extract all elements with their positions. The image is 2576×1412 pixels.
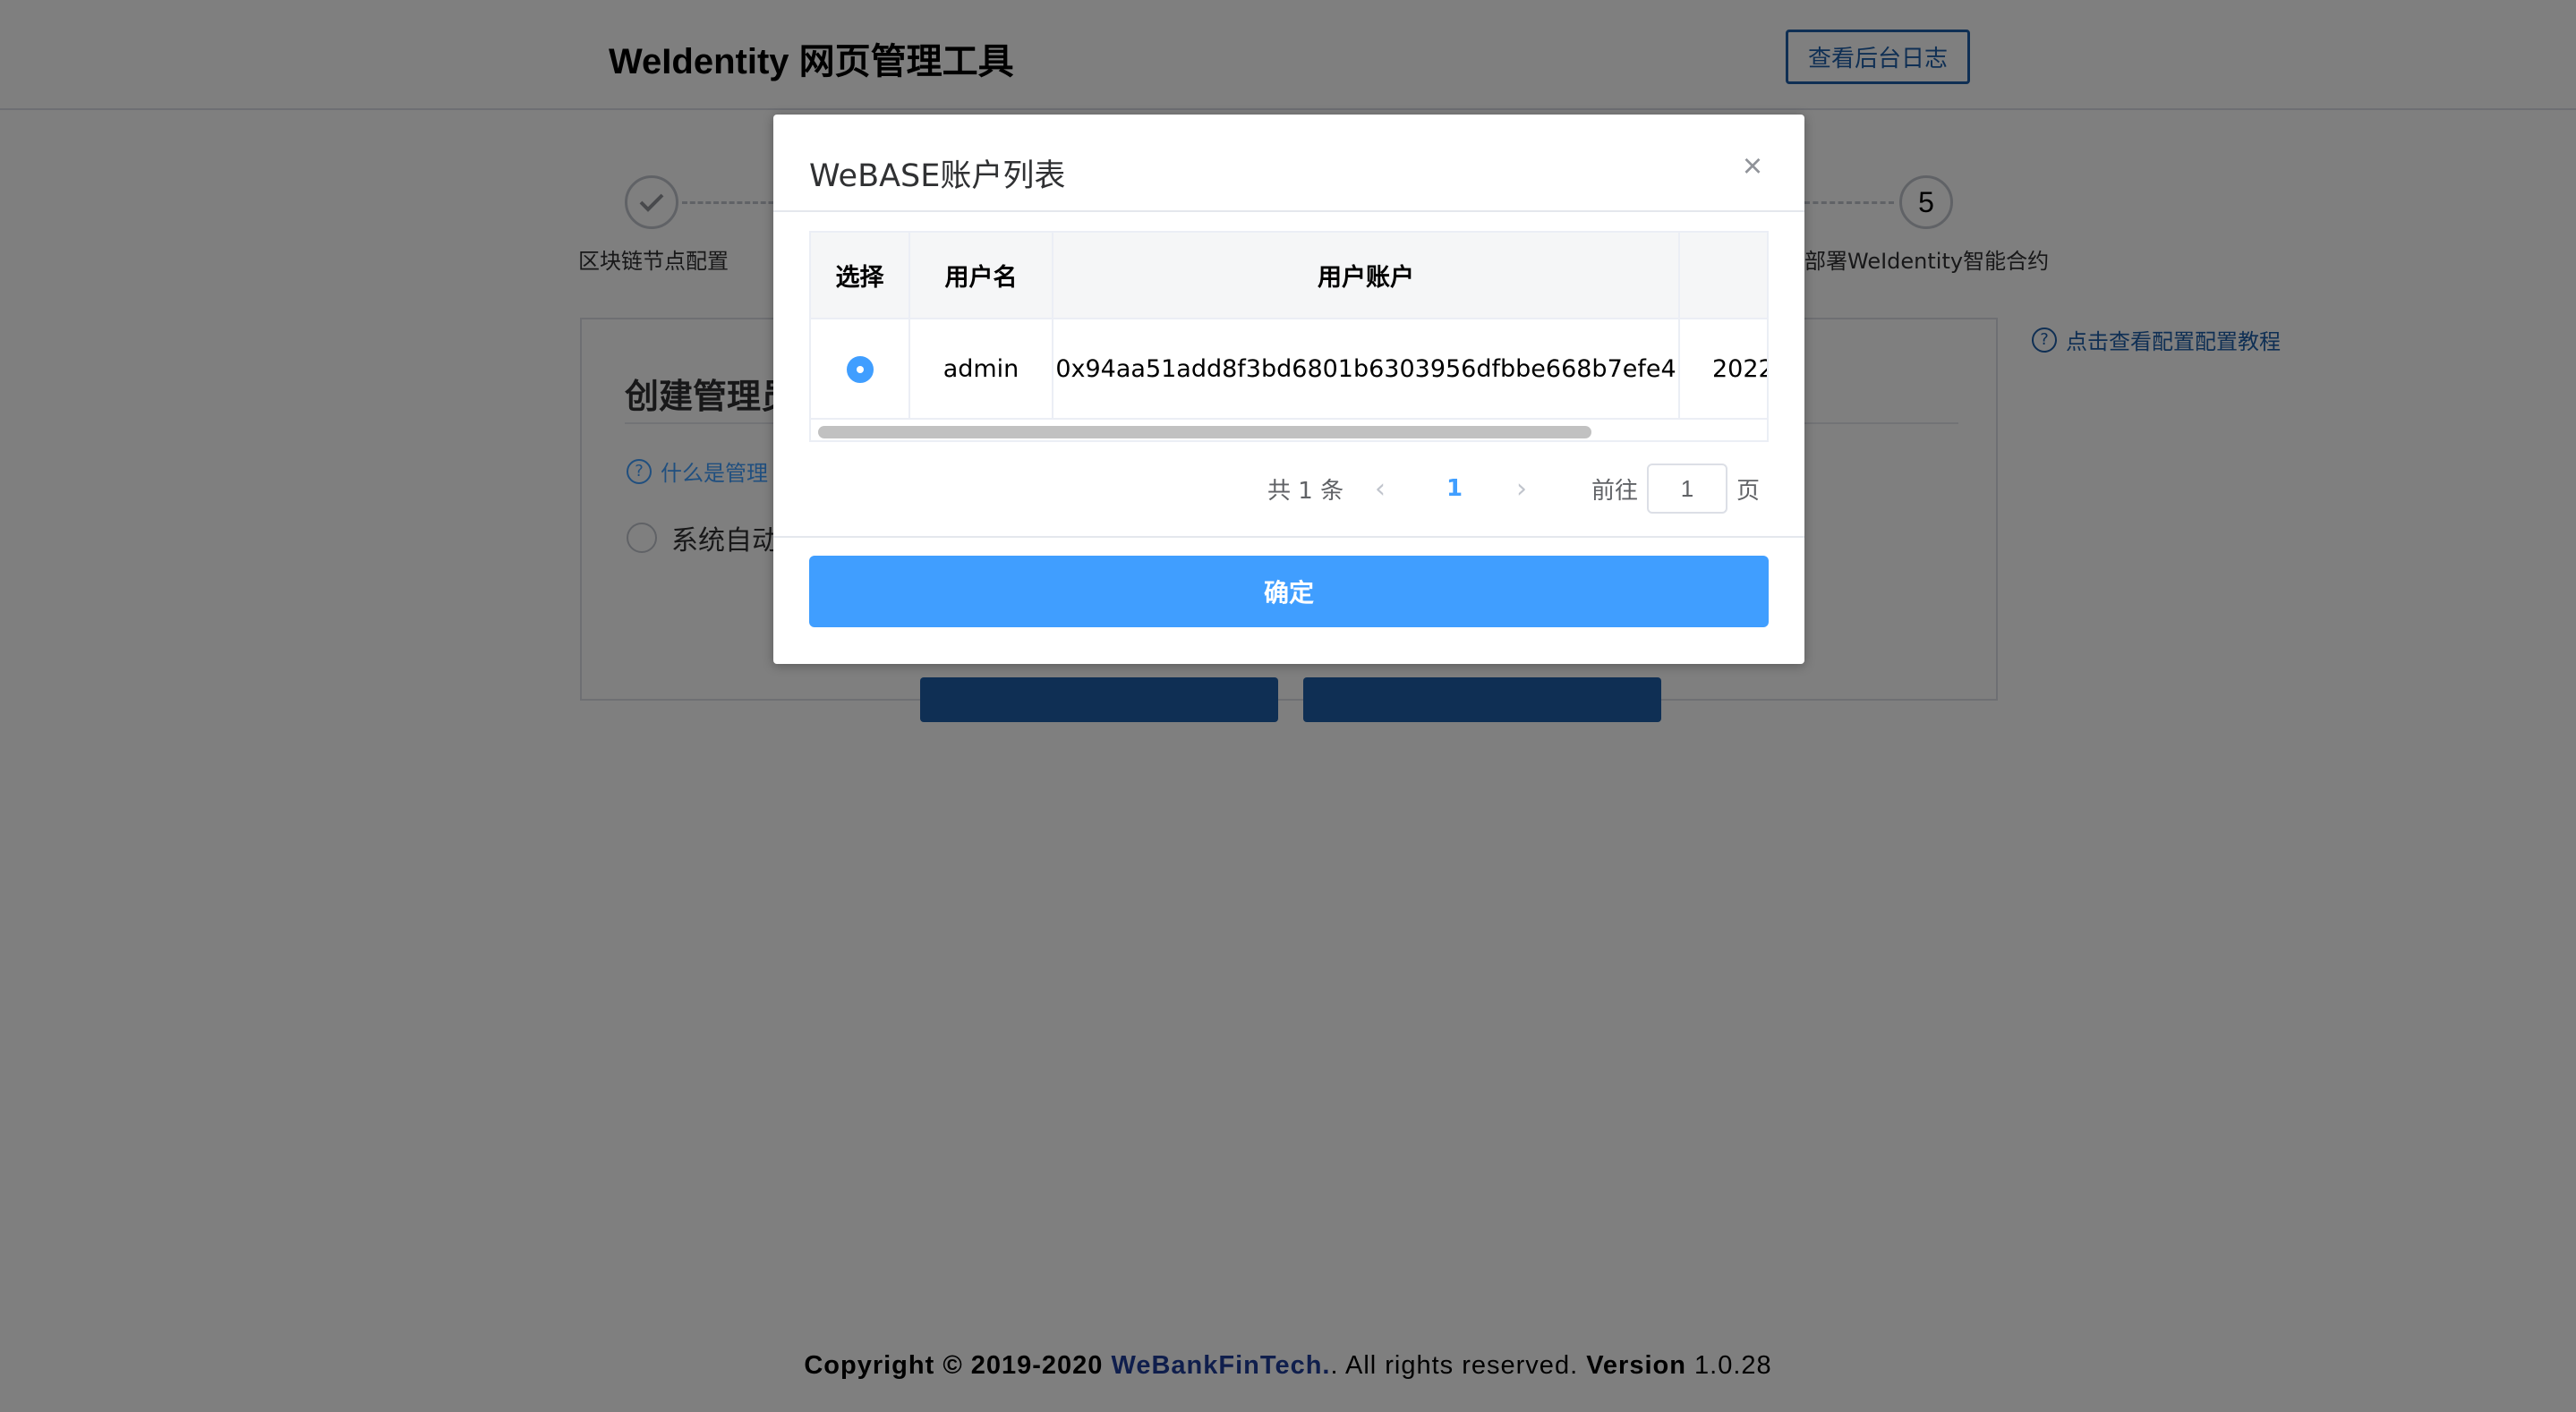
col-header-select: 选择: [811, 233, 910, 319]
webase-account-dialog: WeBASE账户列表 × 选择 用户名 用户账户 admin 0x94aa51a…: [773, 115, 1804, 664]
col-header-account: 用户账户: [1053, 233, 1680, 319]
col-header-username: 用户名: [909, 233, 1053, 319]
page-number-current[interactable]: 1: [1446, 462, 1463, 515]
selected-radio[interactable]: [846, 355, 874, 383]
extra-cell: 2022: [1679, 319, 1767, 420]
account-table[interactable]: 选择 用户名 用户账户 admin 0x94aa51add8f3bd6801b6…: [809, 231, 1769, 442]
close-icon[interactable]: ×: [1735, 148, 1770, 185]
chevron-right-icon[interactable]: ›: [1516, 462, 1527, 515]
select-cell[interactable]: [811, 319, 910, 420]
dialog-header-divider: [773, 210, 1804, 212]
page-jump-input[interactable]: [1647, 464, 1727, 514]
confirm-button[interactable]: 确定: [809, 556, 1769, 627]
chevron-left-icon[interactable]: ‹: [1375, 462, 1386, 515]
horizontal-scrollbar[interactable]: [818, 426, 1591, 438]
username-cell: admin: [909, 319, 1053, 420]
page-suffix: 页: [1736, 477, 1761, 505]
pagination-total: 共 1 条: [1267, 477, 1344, 505]
dialog-footer-divider: [773, 536, 1804, 538]
account-cell: 0x94aa51add8f3bd6801b6303956dfbbe668b7ef…: [1053, 319, 1680, 420]
table-header-row: 选择 用户名 用户账户: [811, 233, 1767, 319]
dialog-title: WeBASE账户列表: [809, 158, 1066, 194]
table-row[interactable]: admin 0x94aa51add8f3bd6801b6303956dfbbe6…: [811, 319, 1767, 420]
goto-label: 前往: [1591, 477, 1639, 505]
col-header-extra: [1679, 233, 1767, 319]
